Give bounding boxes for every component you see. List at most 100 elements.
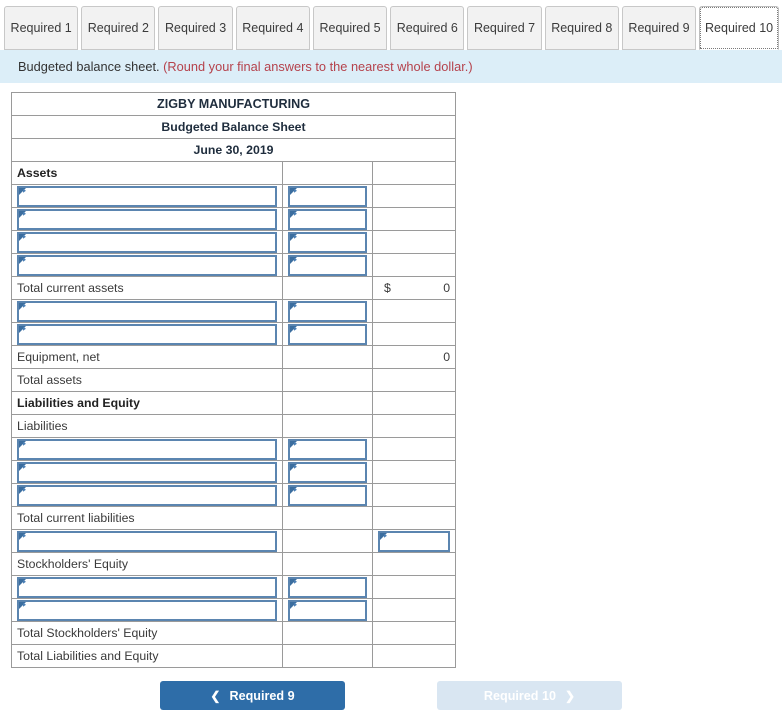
tab-required-5[interactable]: Required 5	[312, 6, 388, 50]
empty-cell	[371, 207, 457, 232]
amount-input-cell	[282, 575, 373, 600]
row-label: Total Liabilities and Equity	[11, 644, 283, 669]
empty-cell	[282, 644, 373, 669]
amount-input-cell	[282, 207, 373, 232]
table-row	[11, 322, 457, 347]
tab-label: Required 7	[473, 21, 536, 35]
budgeted-balance-sheet-table: ZIGBY MANUFACTURING Budgeted Balance She…	[10, 92, 457, 669]
empty-cell	[371, 483, 457, 508]
amount-input-cell	[282, 483, 373, 508]
tab-required-4[interactable]: Required 4	[235, 6, 310, 50]
sheet-date-row: June 30, 2019	[10, 138, 457, 163]
amount-input[interactable]	[288, 599, 367, 621]
table-row	[11, 299, 457, 324]
account-name-input[interactable]	[17, 208, 277, 230]
prev-requirement-button[interactable]: ❮ Required 9	[160, 681, 345, 711]
amount-input[interactable]	[288, 576, 367, 598]
tab-required-6[interactable]: Required 6	[390, 6, 465, 50]
table-row: Total assets	[11, 368, 457, 393]
amount-input[interactable]	[288, 438, 367, 460]
amount-value-cell: $0	[371, 276, 457, 301]
account-name-input[interactable]	[17, 300, 277, 322]
tab-required-7[interactable]: Required 7	[467, 6, 542, 50]
empty-cell	[282, 391, 373, 416]
account-name-input[interactable]	[17, 484, 277, 506]
account-name-input[interactable]	[17, 323, 277, 345]
tab-required-2[interactable]: Required 2	[81, 6, 156, 50]
empty-cell	[371, 552, 457, 577]
account-name-input[interactable]	[17, 254, 277, 276]
amount-value: 0	[443, 350, 451, 365]
requirement-navigation: ❮ Required 9 Required 10 ❯	[0, 681, 782, 711]
account-name-input[interactable]	[17, 461, 277, 483]
table-row	[11, 529, 457, 554]
chevron-right-icon: ❯	[565, 688, 576, 703]
amount-input[interactable]	[378, 530, 451, 552]
account-name-input[interactable]	[17, 576, 277, 598]
amount-input-cell	[282, 322, 373, 347]
tab-required-8[interactable]: Required 8	[544, 6, 619, 50]
empty-cell	[282, 368, 373, 393]
amount-input-cell	[11, 575, 283, 600]
empty-cell	[371, 621, 457, 646]
account-name-input[interactable]	[17, 599, 277, 621]
sheet-title-row: ZIGBY MANUFACTURING	[10, 92, 457, 117]
table-row	[11, 207, 457, 232]
tab-label: Required 3	[165, 21, 227, 35]
account-name-input[interactable]	[17, 185, 277, 207]
table-row	[11, 253, 457, 278]
amount-input-cell	[11, 460, 283, 485]
amount-input[interactable]	[288, 461, 367, 483]
table-row	[11, 575, 457, 600]
empty-cell	[371, 437, 457, 462]
row-label: Liabilities	[11, 414, 283, 439]
row-label: Total assets	[11, 368, 283, 393]
tab-label: Required 8	[551, 21, 613, 35]
empty-cell	[371, 506, 457, 531]
amount-input[interactable]	[288, 323, 367, 345]
company-name: ZIGBY MANUFACTURING	[10, 92, 457, 117]
table-row: Assets	[11, 161, 457, 186]
empty-cell	[282, 414, 373, 439]
amount-input[interactable]	[288, 484, 367, 506]
account-name-input[interactable]	[17, 438, 277, 460]
empty-cell	[371, 299, 457, 324]
amount-input[interactable]	[288, 231, 367, 253]
tab-required-1[interactable]: Required 1	[4, 6, 79, 50]
tab-required-3[interactable]: Required 3	[158, 6, 233, 50]
chevron-left-icon: ❮	[210, 688, 221, 703]
table-row	[11, 598, 457, 623]
amount-input[interactable]	[288, 300, 367, 322]
amount-input-cell	[11, 437, 283, 462]
total-rule-cell	[371, 368, 457, 393]
row-label: Total current liabilities	[11, 506, 283, 531]
amount-input-cell	[282, 230, 373, 255]
tab-required-9[interactable]: Required 9	[621, 6, 697, 50]
table-row: Stockholders' Equity	[11, 552, 457, 577]
banner-rounding-note: (Round your final answers to the nearest…	[163, 59, 473, 74]
amount-input[interactable]	[288, 254, 367, 276]
amount-input-cell	[371, 529, 457, 554]
row-label: Total current assets	[11, 276, 283, 301]
amount-input-cell	[11, 322, 283, 347]
empty-cell	[371, 230, 457, 255]
banner-text: Budgeted balance sheet.	[18, 59, 160, 74]
amount-input-cell	[282, 437, 373, 462]
tab-required-10[interactable]: Required 10	[699, 6, 780, 50]
sheet-body-rows: Assets Total current assets $0 Equipment, n…	[11, 161, 457, 669]
amount-input[interactable]	[288, 185, 367, 207]
currency-symbol: $	[384, 281, 391, 296]
empty-cell	[282, 161, 373, 186]
empty-cell	[371, 460, 457, 485]
table-row: Liabilities and Equity	[11, 391, 457, 416]
account-name-input[interactable]	[17, 530, 277, 552]
next-requirement-button[interactable]: Required 10 ❯	[437, 681, 622, 711]
empty-cell	[282, 276, 373, 301]
amount-input-cell	[282, 460, 373, 485]
amount-input-cell	[282, 253, 373, 278]
amount-value-cell: 0	[371, 345, 457, 370]
amount-value: 0	[443, 281, 451, 296]
amount-input[interactable]	[288, 208, 367, 230]
table-row: Liabilities	[11, 414, 457, 439]
account-name-input[interactable]	[17, 231, 277, 253]
